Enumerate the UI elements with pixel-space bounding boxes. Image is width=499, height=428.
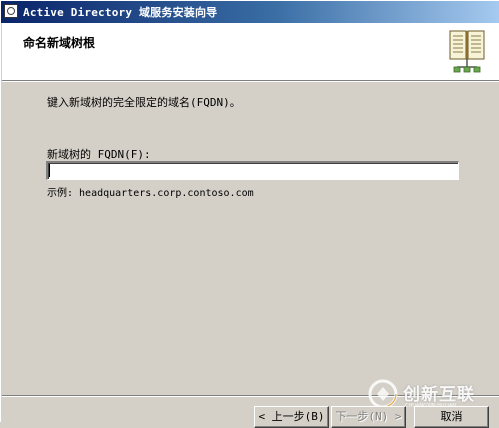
cancel-button[interactable]: 取消 (414, 406, 489, 428)
fqdn-example: 示例: headquarters.corp.contoso.com (47, 188, 254, 199)
back-button[interactable]: < 上一步(B) (254, 406, 329, 428)
fqdn-input[interactable] (46, 161, 459, 180)
page-title: 命名新域树根 (23, 36, 96, 50)
wizard-window: Active Directory 域服务安装向导 命名新域树根 键入新域树的完全… (0, 0, 499, 428)
app-icon (4, 4, 18, 18)
header-divider (2, 81, 499, 82)
wizard-header: 命名新域树根 (2, 23, 499, 81)
watermark-brand: 创新互联 (403, 385, 475, 405)
text-caret (49, 164, 50, 177)
instruction-text: 键入新域树的完全限定的域名(FQDN)。 (47, 96, 241, 109)
window-title: Active Directory 域服务安装向导 (23, 6, 218, 19)
title-bar[interactable]: Active Directory 域服务安装向导 (1, 1, 499, 23)
next-button[interactable]: 下一步(N) > (331, 406, 406, 428)
fqdn-label: 新域树的 FQDN(F): (47, 148, 151, 161)
book-directory-icon (449, 30, 485, 73)
